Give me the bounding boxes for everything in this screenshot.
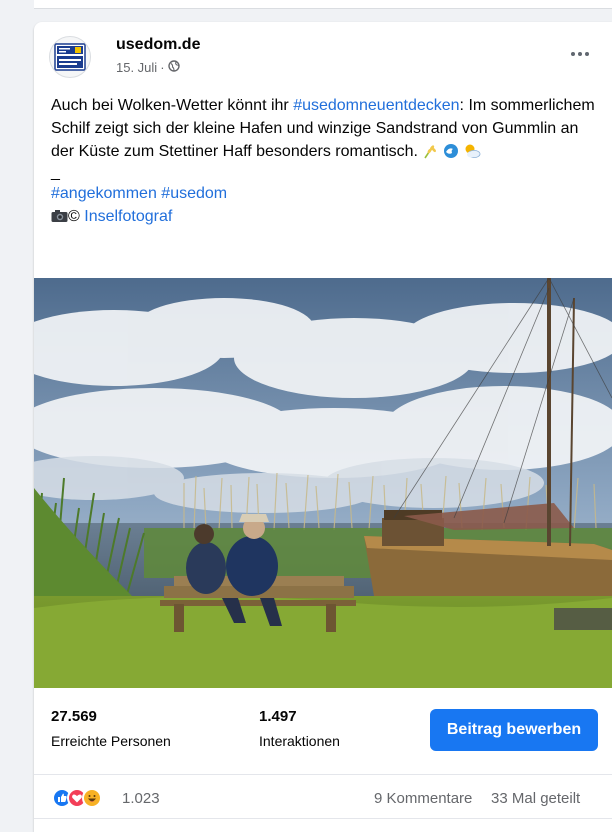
post-photo[interactable] [34, 278, 612, 688]
promote-post-button[interactable]: Beitrag bewerben [430, 709, 598, 751]
reaction-icons[interactable] [52, 788, 102, 808]
photographer-link[interactable]: Inselfotograf [84, 208, 172, 225]
meta-separator: · [160, 60, 165, 75]
globe-icon [167, 60, 180, 75]
hashtag-usedom[interactable]: #usedom [161, 185, 227, 202]
hashtag-angekommen[interactable]: #angekommen [51, 185, 157, 202]
reach-value: 27.569 [51, 708, 97, 725]
post-insights: 27.569 Erreichte Personen 1.497 Interakt… [34, 688, 612, 775]
harbor-photo-image [34, 278, 612, 688]
comments-count[interactable]: 9 Kommentare [374, 790, 472, 807]
post-message: Auch bei Wolken-Wetter könnt ihr #usedom… [51, 94, 601, 230]
more-options-button[interactable] [566, 44, 594, 64]
hashtag-usedomneuentdecken[interactable]: #usedomneuentdecken [293, 97, 459, 114]
interactions-label: Interaktionen [259, 733, 340, 749]
copyright-symbol: © [68, 208, 80, 225]
previous-post-edge [34, 0, 612, 9]
interactions-value: 1.497 [259, 708, 297, 725]
haha-icon [82, 788, 102, 808]
page-name[interactable]: usedom.de [116, 36, 200, 54]
usedom-logo-icon [54, 43, 86, 71]
camera-icon [51, 207, 68, 230]
post-date[interactable]: 15. Juli [116, 60, 157, 75]
sun-behind-cloud-icon [463, 143, 481, 166]
avatar[interactable] [49, 36, 91, 78]
reach-stat[interactable]: 27.569 Erreichte Personen [51, 708, 171, 749]
shares-count[interactable]: 33 Mal geteilt [491, 790, 580, 807]
reaction-count[interactable]: 1.023 [122, 790, 160, 807]
post-text-start: Auch bei Wolken-Wetter könnt ihr [51, 97, 294, 114]
interactions-stat[interactable]: 1.497 Interaktionen [259, 708, 340, 749]
wheat-icon [422, 143, 438, 166]
text-separator: _ [51, 164, 60, 181]
wave-icon [443, 143, 459, 166]
post-meta: 15. Juli · [116, 60, 180, 75]
post-card: usedom.de 15. Juli · Auch bei Wolken-Wet… [34, 22, 612, 832]
reach-label: Erreichte Personen [51, 733, 171, 749]
reactions-bar: 1.023 9 Kommentare 33 Mal geteilt [34, 778, 612, 819]
more-horizontal-icon [570, 52, 591, 56]
post-header: usedom.de 15. Juli · [34, 22, 612, 84]
